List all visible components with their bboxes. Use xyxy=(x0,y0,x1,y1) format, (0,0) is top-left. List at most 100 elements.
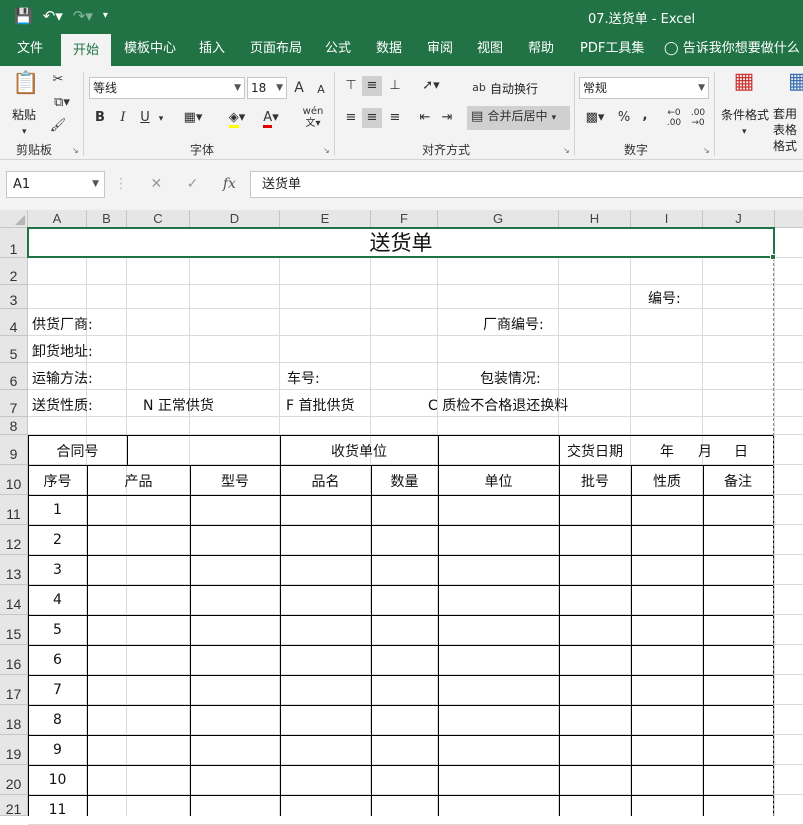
row-header[interactable]: 20 xyxy=(0,765,28,795)
column-header[interactable]: C xyxy=(127,210,190,228)
insert-function-icon[interactable]: fx xyxy=(223,176,236,192)
name-box[interactable]: A1 ▼ xyxy=(6,171,105,198)
tab-file[interactable]: 文件 xyxy=(17,34,43,66)
paste-button[interactable]: 粘贴 xyxy=(12,106,36,123)
row-header[interactable]: 12 xyxy=(0,525,28,555)
orientation-icon[interactable]: ➚▾ xyxy=(416,76,446,96)
tab-data[interactable]: 数据 xyxy=(376,34,402,66)
cell-selection[interactable] xyxy=(27,227,775,258)
chevron-down-icon[interactable]: ▾ xyxy=(742,122,747,142)
select-all-button[interactable] xyxy=(0,210,28,228)
font-launcher-icon[interactable]: ↘ xyxy=(323,146,330,155)
save-icon[interactable]: 💾 xyxy=(14,6,33,26)
row-header[interactable]: 11 xyxy=(0,495,28,525)
row-header[interactable]: 7 xyxy=(0,390,28,417)
row-header[interactable]: 9 xyxy=(0,435,28,465)
row-header[interactable]: 15 xyxy=(0,615,28,645)
decrease-decimal-icon[interactable]: .00 →0 xyxy=(688,108,708,128)
phonetic-icon[interactable]: wén 文▾ xyxy=(298,106,328,130)
tell-me-search[interactable]: ◯ 告诉我你想要做什么 xyxy=(664,34,800,66)
row-header[interactable]: 16 xyxy=(0,645,28,675)
underline-button[interactable]: U xyxy=(138,108,152,128)
fill-color-icon[interactable]: ◈▾ xyxy=(222,108,252,128)
italic-button[interactable]: I xyxy=(116,108,130,128)
format-as-table-icon[interactable]: ▦ xyxy=(788,72,803,104)
row-header[interactable]: 1 xyxy=(0,228,28,258)
row-header[interactable]: 19 xyxy=(0,735,28,765)
tab-help[interactable]: 帮助 xyxy=(528,34,554,66)
align-center-icon[interactable]: ≡ xyxy=(362,108,382,128)
tab-formulas[interactable]: 公式 xyxy=(325,34,351,66)
font-color-icon[interactable]: A▾ xyxy=(256,108,286,128)
column-header[interactable]: H xyxy=(559,210,631,228)
conditional-formatting-icon[interactable]: ▦ xyxy=(730,71,758,104)
borders-icon[interactable]: ▦▾ xyxy=(178,108,208,128)
decrease-indent-icon[interactable]: ⇤ xyxy=(416,108,434,128)
redo-icon[interactable]: ↷▾ xyxy=(73,6,93,26)
column-header[interactable]: G xyxy=(438,210,559,228)
row-header[interactable]: 10 xyxy=(0,465,28,495)
column-header[interactable]: A xyxy=(28,210,87,228)
clipboard-launcher-icon[interactable]: ↘ xyxy=(72,146,79,155)
bold-button[interactable]: B xyxy=(93,108,107,128)
row-header[interactable]: 8 xyxy=(0,417,28,435)
percent-style-button[interactable]: % xyxy=(616,108,632,128)
row-header[interactable]: 6 xyxy=(0,363,28,390)
row-header[interactable]: 21 xyxy=(0,795,28,817)
row-header[interactable]: 4 xyxy=(0,309,28,336)
merge-center-button[interactable]: ▤ 合并后居中 ▾ xyxy=(467,106,570,130)
increase-indent-icon[interactable]: ⇥ xyxy=(438,108,456,128)
enter-check-icon[interactable]: ✓ xyxy=(187,176,199,192)
tab-home[interactable]: 开始 xyxy=(61,34,112,66)
wrap-text-icon[interactable]: ab xyxy=(471,78,487,98)
column-header[interactable]: D xyxy=(190,210,280,228)
tab-review[interactable]: 审阅 xyxy=(427,34,453,66)
number-launcher-icon[interactable]: ↘ xyxy=(703,146,710,155)
format-as-table-button[interactable]: 套用表格格式 xyxy=(773,106,803,154)
format-painter-icon[interactable]: 🖌 xyxy=(49,116,67,136)
tab-template-center[interactable]: 模板中心 xyxy=(124,34,176,66)
cut-icon[interactable]: ✂ xyxy=(49,70,67,90)
tab-insert[interactable]: 插入 xyxy=(199,34,225,66)
align-top-icon[interactable]: ⊤ xyxy=(342,76,360,96)
conditional-formatting-button[interactable]: 条件格式 xyxy=(721,106,769,123)
chevron-down-icon[interactable]: ▾ xyxy=(156,109,166,129)
row-header[interactable]: 5 xyxy=(0,336,28,363)
accounting-format-icon[interactable]: ▩▾ xyxy=(581,108,609,128)
column-header[interactable]: I xyxy=(631,210,703,228)
shrink-font-icon[interactable]: A xyxy=(314,80,328,100)
alignment-launcher-icon[interactable]: ↘ xyxy=(563,146,570,155)
row-header[interactable]: 14 xyxy=(0,585,28,615)
formula-input[interactable]: 送货单 xyxy=(250,171,803,198)
increase-decimal-icon[interactable]: ←0.00 xyxy=(664,108,684,128)
copy-icon[interactable]: ⧉▾ xyxy=(49,93,75,113)
wrap-text-button[interactable]: 自动换行 xyxy=(490,80,538,97)
column-header[interactable]: J xyxy=(703,210,775,228)
customize-qat-icon[interactable]: ▾ xyxy=(103,6,108,26)
row-header[interactable]: 17 xyxy=(0,675,28,705)
fill-handle[interactable] xyxy=(770,254,776,260)
grow-font-icon[interactable]: A xyxy=(292,78,306,98)
column-header[interactable]: F xyxy=(371,210,438,228)
comma-style-button[interactable]: , xyxy=(640,106,650,126)
tab-page-layout[interactable]: 页面布局 xyxy=(250,34,302,66)
undo-icon[interactable]: ↶▾ xyxy=(43,6,63,26)
align-middle-icon[interactable]: ≡ xyxy=(362,76,382,96)
align-left-icon[interactable]: ≡ xyxy=(342,108,360,128)
tab-pdf-tools[interactable]: PDF工具集 xyxy=(580,34,644,66)
number-format-select[interactable]: 常规 ▼ xyxy=(579,77,709,99)
row-header[interactable]: 3 xyxy=(0,285,28,309)
column-header[interactable]: B xyxy=(87,210,127,228)
row-header[interactable]: 2 xyxy=(0,258,28,285)
row-header[interactable]: 18 xyxy=(0,705,28,735)
paste-dropdown-icon[interactable]: ▾ xyxy=(22,122,27,142)
font-size-select[interactable]: 18 ▼ xyxy=(247,77,287,99)
align-bottom-icon[interactable]: ⊥ xyxy=(386,76,404,96)
row-header[interactable]: 13 xyxy=(0,555,28,585)
tab-view[interactable]: 视图 xyxy=(477,34,503,66)
align-right-icon[interactable]: ≡ xyxy=(386,108,404,128)
column-header[interactable]: E xyxy=(280,210,371,228)
font-name-select[interactable]: 等线 ▼ xyxy=(89,77,245,99)
paste-icon[interactable]: 📋 xyxy=(10,73,42,104)
cancel-icon[interactable]: ✕ xyxy=(150,176,162,192)
